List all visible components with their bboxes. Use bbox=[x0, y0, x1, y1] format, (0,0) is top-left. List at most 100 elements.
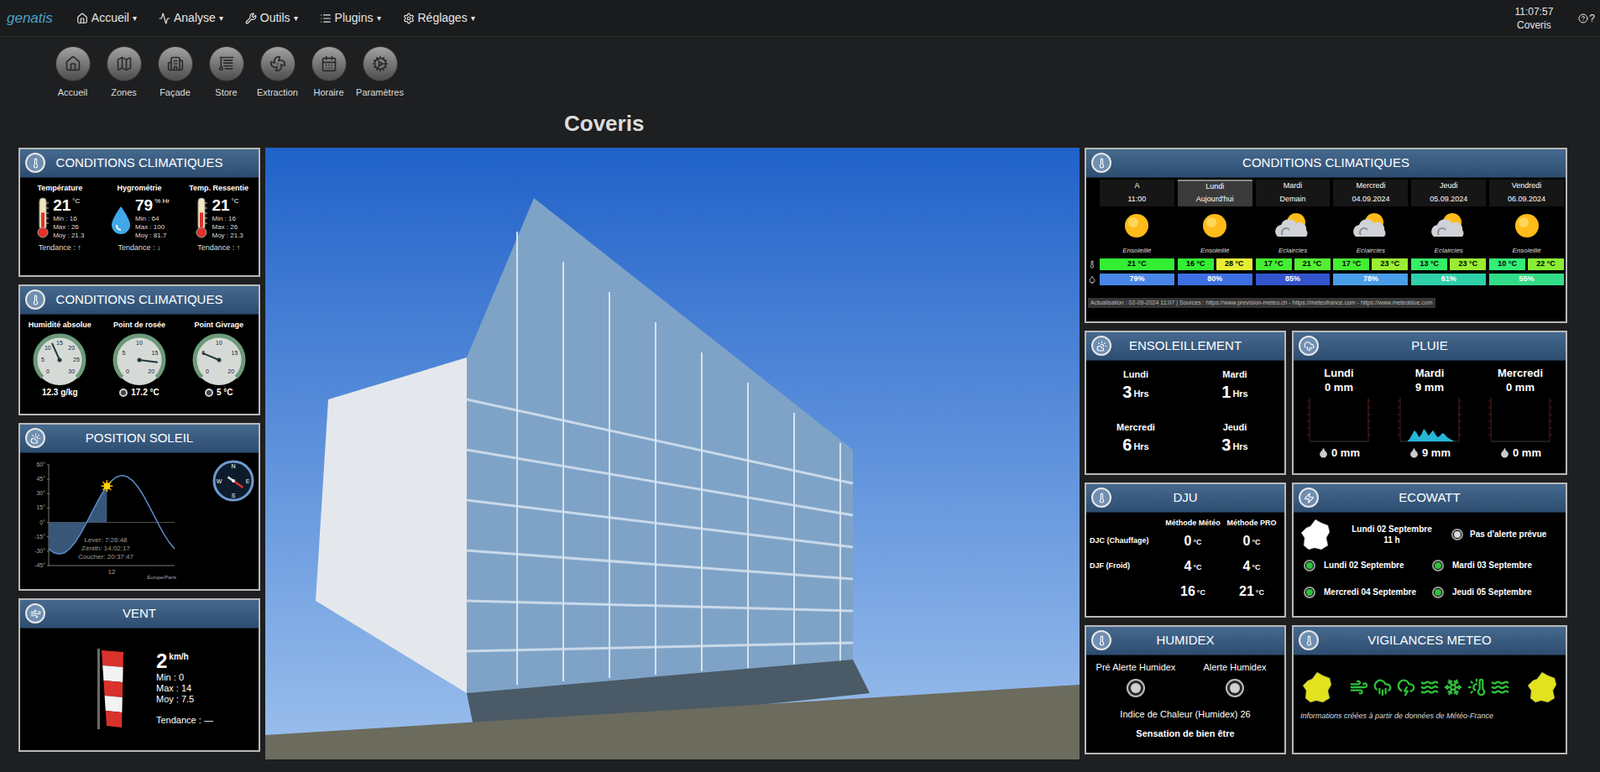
panel-header: CONDITIONS CLIMATIQUES bbox=[1086, 149, 1566, 178]
forecast-day[interactable]: MardiDemainEclaircies17 °C21 °C85% bbox=[1254, 179, 1333, 288]
temperature-chip: 10 °C bbox=[1489, 258, 1526, 271]
gauge-item: Humidité absolue05101520253012.3 g/kg bbox=[20, 319, 100, 414]
forecast-footer: Actualisation : 02-09-2024 11:07 | Sourc… bbox=[1087, 298, 1436, 309]
humidex-alert: Pré Alerte Humidex bbox=[1086, 660, 1186, 699]
svg-text:S: S bbox=[231, 492, 236, 499]
nav-menu-icon bbox=[158, 12, 171, 25]
nav-menu-icon bbox=[76, 12, 89, 25]
toolbar-icon bbox=[320, 55, 338, 73]
svg-text:25: 25 bbox=[73, 356, 80, 363]
ecowatt-day: Mardi 03 Septembre bbox=[1432, 553, 1561, 579]
wind-readings: 2km/hMin : 0Max : 14Moy : 7.5Tendance : … bbox=[156, 650, 214, 728]
toolbar-icon bbox=[64, 55, 82, 73]
gauge-indicator bbox=[119, 388, 128, 398]
toolbar-button[interactable]: Zones bbox=[98, 46, 150, 100]
toolbar-button[interactable]: Accueil bbox=[47, 46, 99, 100]
temperature-chip: 21 °C bbox=[1294, 258, 1331, 271]
nav-menu[interactable]: Plugins▾ bbox=[319, 9, 382, 27]
panel-body: Informations créées à partir de données … bbox=[1293, 655, 1566, 753]
svg-text:12: 12 bbox=[108, 568, 116, 576]
sun-position-panel: POSITION SOLEIL60°45°30°15°0°-15°-30°-45… bbox=[18, 423, 261, 591]
vigilance-panel: VIGILANCES METEOInformations créées à pa… bbox=[1291, 625, 1568, 755]
toolbar-button[interactable]: Extraction bbox=[251, 46, 304, 100]
humidity-bar: 85% bbox=[1255, 273, 1331, 286]
forecast-day[interactable]: LundiAujourd'huiEnsoleillé16 °C28 °C80% bbox=[1176, 179, 1255, 288]
svg-text:15: 15 bbox=[151, 350, 159, 356]
toolbar-button[interactable]: Horaire bbox=[303, 46, 355, 100]
gauge-item: Point de rosée0510152017.2 °C bbox=[99, 319, 180, 414]
dju-value: 0°C bbox=[1163, 528, 1223, 555]
forecast-day[interactable]: A11:00Ensoleillé21 °C79% bbox=[1098, 179, 1177, 288]
panel-icon-badge bbox=[25, 289, 46, 310]
alert-indicator bbox=[1126, 679, 1146, 698]
temperature-chip: 17 °C bbox=[1333, 258, 1370, 271]
svg-text:60°: 60° bbox=[36, 461, 46, 468]
panel-title: HUMIDEX bbox=[1111, 631, 1280, 651]
forecast-panel: CONDITIONS CLIMATIQUESA11:00Ensoleillé21… bbox=[1084, 147, 1568, 324]
sunshine-day: Mercredi6Hrs bbox=[1086, 420, 1186, 474]
ecowatt-day-dot bbox=[1432, 586, 1444, 599]
toolbar-icon bbox=[218, 55, 236, 73]
humidity-bar: 61% bbox=[1411, 273, 1486, 286]
panel-title: VENT bbox=[45, 604, 254, 624]
temperature-chip: 13 °C bbox=[1411, 258, 1448, 271]
svg-text:5: 5 bbox=[122, 350, 126, 356]
humidex-feeling: Sensation de bien être bbox=[1135, 726, 1234, 742]
building-photo bbox=[265, 147, 1080, 760]
waves-icon bbox=[1490, 678, 1510, 697]
dju-value: 4°C bbox=[1222, 554, 1282, 580]
droplet-icon bbox=[1087, 275, 1097, 284]
logo[interactable]: genatis bbox=[6, 7, 53, 30]
temperature-chip: 22 °C bbox=[1527, 258, 1564, 271]
sunshine-panel: ENSOLEILLEMENTLundi3HrsMardi1HrsMercredi… bbox=[1084, 330, 1287, 476]
water-drop-icon bbox=[109, 204, 133, 236]
nav-menu[interactable]: Accueil▾ bbox=[76, 9, 137, 27]
svg-text:-30°: -30° bbox=[34, 547, 46, 554]
climate-panel: CONDITIONS CLIMATIQUESTempérature21°CMin… bbox=[18, 147, 261, 278]
cloud-rain-icon bbox=[1303, 340, 1315, 352]
panel-header: ECOWATT bbox=[1293, 484, 1566, 513]
help-button[interactable]: ? bbox=[1578, 10, 1595, 27]
app: genatis Accueil▾ Analyse▾ Outils▾ Plugins▾ Ré… bbox=[0, 0, 1600, 772]
dju-row-label: DJC (Chauffage) bbox=[1089, 528, 1164, 555]
svg-text:Lever: 7:26:48: Lever: 7:26:48 bbox=[83, 536, 128, 544]
temperature-chip: 16 °C bbox=[1177, 258, 1214, 271]
humidex-panel: HUMIDEXPré Alerte HumidexAlerte HumidexI… bbox=[1084, 625, 1287, 755]
forecast-day[interactable]: Mercredi04.09.2024Eclaircies17 °C23 °C78… bbox=[1331, 179, 1410, 288]
toolbar-button[interactable]: Paramètres bbox=[354, 46, 406, 100]
droplet-icon bbox=[1408, 447, 1420, 459]
temperature-chip: 28 °C bbox=[1216, 258, 1253, 271]
nav-menu[interactable]: Réglages▾ bbox=[402, 9, 476, 27]
ecowatt-day: Mercredi 04 Septembre bbox=[1303, 580, 1433, 606]
panel-title: ECOWATT bbox=[1318, 488, 1561, 508]
dju-value: 21°C bbox=[1222, 579, 1282, 605]
storm-icon bbox=[1396, 678, 1416, 697]
gauge-item: Point Givrage051015205 °C bbox=[178, 319, 259, 414]
cloud-sun-icon bbox=[1270, 209, 1315, 242]
rain-chart bbox=[1305, 394, 1373, 445]
panel-body: A11:00Ensoleillé21 °C79%LundiAujourd'hui… bbox=[1086, 177, 1566, 322]
page-title-row: Coveris bbox=[0, 99, 1600, 148]
thermometer-icon bbox=[193, 196, 210, 241]
panel-body: Méthode MétéoMéthode PRODJC (Chauffage)0… bbox=[1086, 512, 1285, 617]
humidity-bar: 80% bbox=[1177, 273, 1253, 286]
svg-text:30°: 30° bbox=[36, 490, 46, 497]
panel-icon-badge bbox=[1298, 487, 1319, 508]
ecowatt-panel: ECOWATTLundi 02 Septembre11 hPas d'alert… bbox=[1291, 482, 1568, 618]
svg-text:30: 30 bbox=[68, 368, 76, 375]
panel-body: 60°45°30°15°0°-15°-30°-45°Lever: 7:26:48… bbox=[20, 453, 259, 590]
forecast-day[interactable]: Vendredi06.09.2024Ensoleillé10 °C22 °C55… bbox=[1487, 179, 1566, 288]
svg-text:20: 20 bbox=[68, 345, 76, 351]
ecowatt-status-dot bbox=[1451, 528, 1464, 541]
thermometer-icon bbox=[1087, 260, 1097, 269]
nav-menu[interactable]: Analyse▾ bbox=[158, 9, 224, 27]
rain-day: Mercredi0 mm0 mm bbox=[1474, 366, 1566, 474]
heat-icon bbox=[1467, 678, 1486, 697]
toolbar-button[interactable]: Façade bbox=[149, 46, 201, 100]
sun-elevation-chart: 60°45°30°15°0°-15°-30°-45°Lever: 7:26:48… bbox=[21, 456, 184, 583]
thermometer-icon bbox=[1096, 157, 1108, 169]
nav-menu[interactable]: Outils▾ bbox=[245, 9, 299, 27]
toolbar-button[interactable]: Store bbox=[200, 46, 252, 100]
forecast-day[interactable]: Jeudi05.09.2024Eclaircies13 °C23 °C61% bbox=[1409, 179, 1488, 288]
cloud-sun-icon bbox=[1349, 209, 1393, 242]
